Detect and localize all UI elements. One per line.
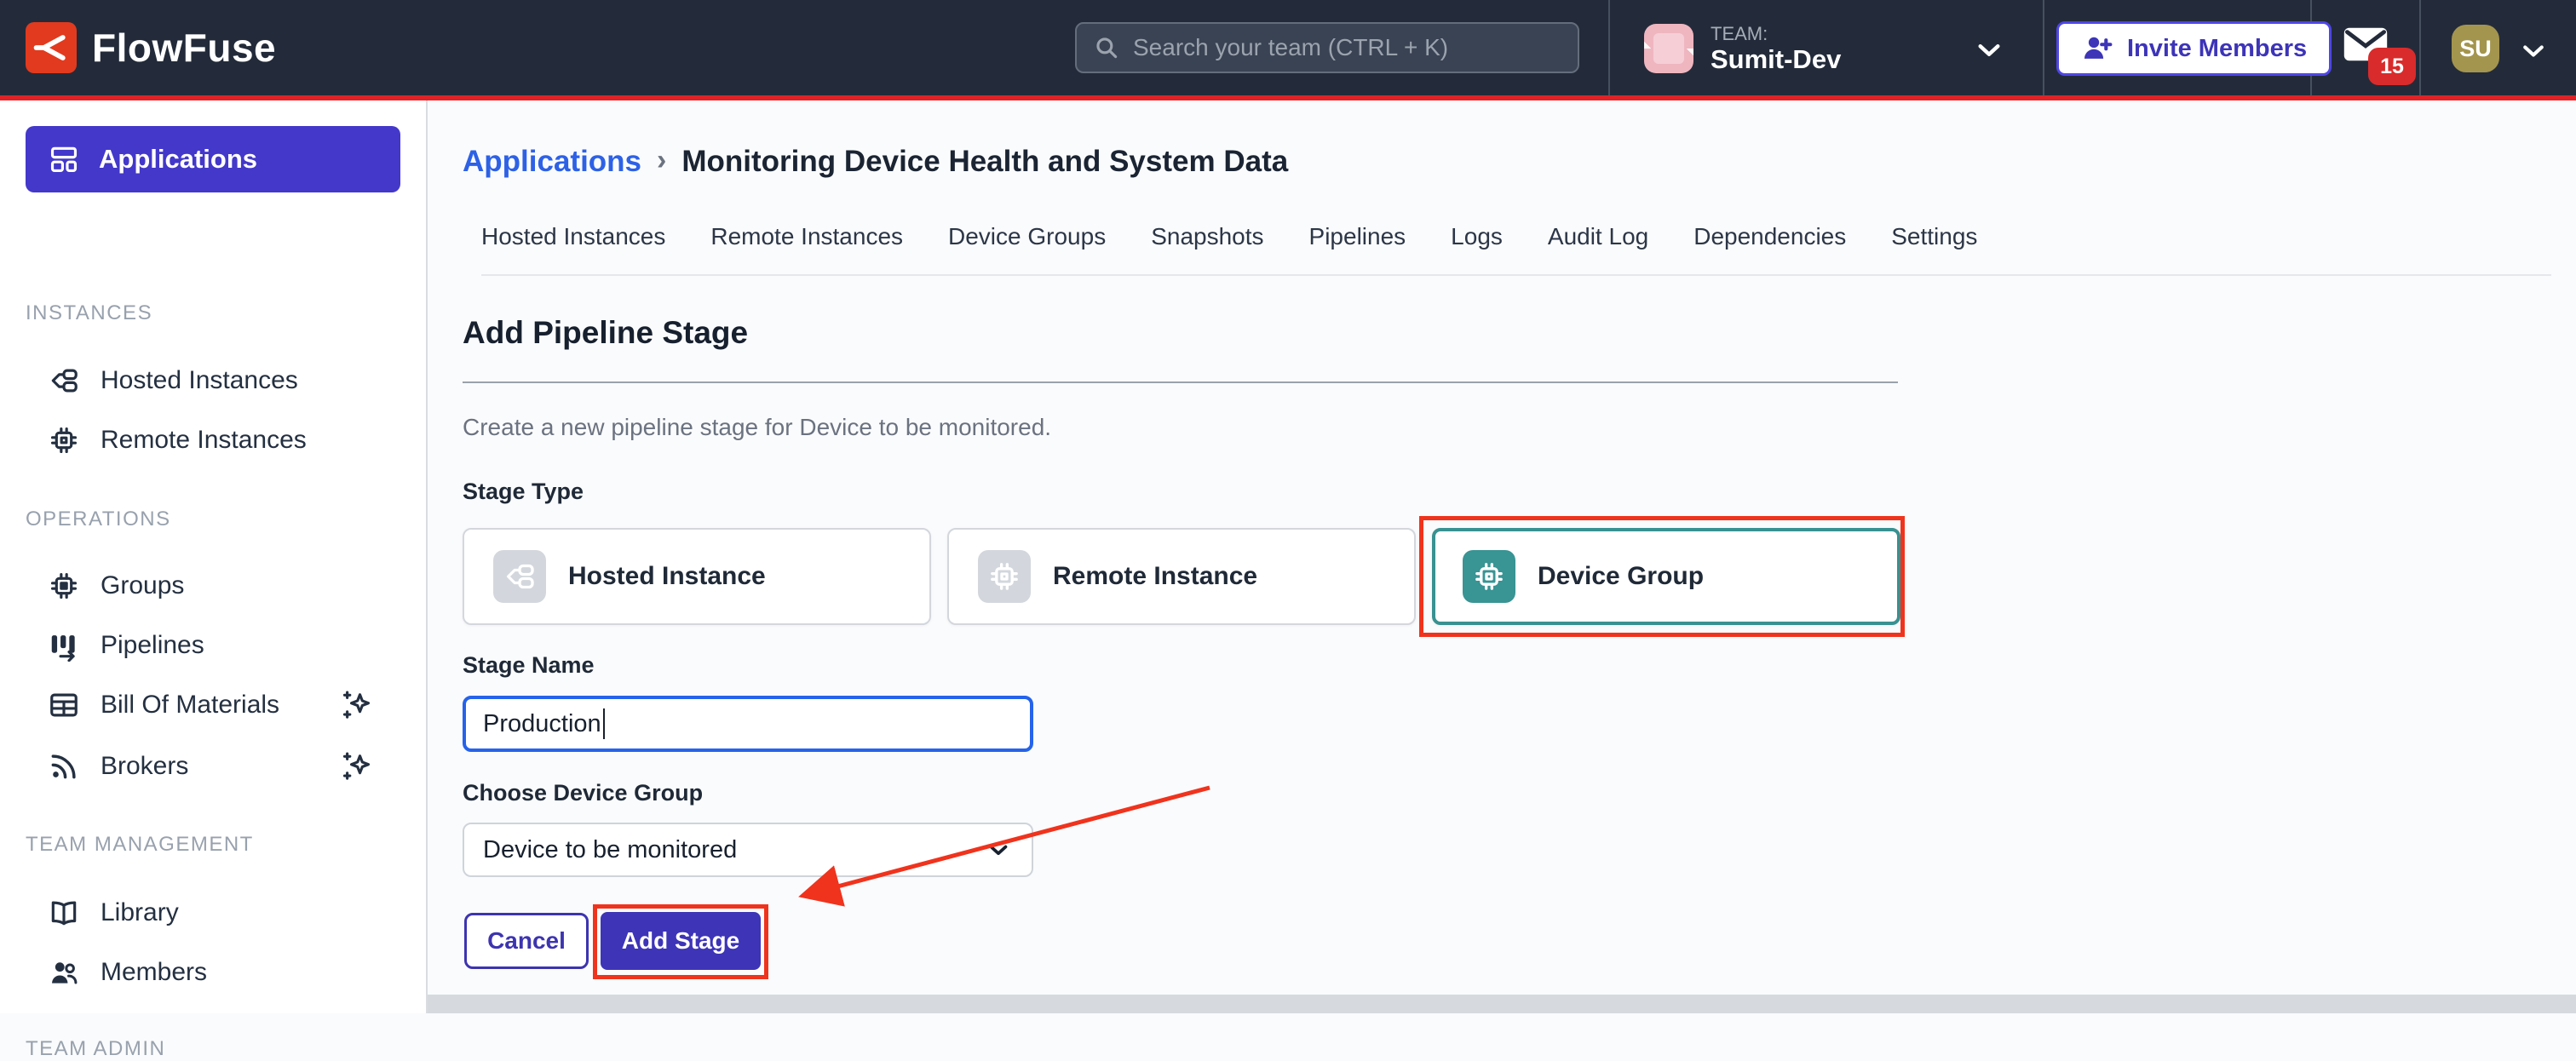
device-group-select[interactable]: Device to be monitored bbox=[463, 823, 1033, 877]
sidebar-section-instances: INSTANCES bbox=[26, 301, 152, 325]
tab-remote-instances[interactable]: Remote Instances bbox=[710, 223, 903, 250]
team-avatar bbox=[1644, 24, 1693, 73]
sparkles-icon bbox=[339, 687, 375, 723]
stage-name-label: Stage Name bbox=[463, 652, 595, 679]
header-divider bbox=[1608, 0, 1610, 95]
sidebar-item-label: Hosted Instances bbox=[101, 366, 298, 395]
sidebar-item-pipelines[interactable]: Pipelines bbox=[0, 617, 426, 674]
sidebar-item-applications[interactable]: Applications bbox=[26, 126, 400, 192]
table-icon bbox=[48, 689, 80, 721]
pipelines-icon bbox=[48, 629, 80, 662]
text-cursor bbox=[603, 708, 605, 739]
header-divider bbox=[2043, 0, 2044, 95]
application-tabs: Hosted Instances Remote Instances Device… bbox=[481, 223, 2551, 276]
chip-icon bbox=[978, 550, 1031, 603]
person-plus-icon bbox=[2081, 32, 2113, 65]
stage-type-remote-instance[interactable]: Remote Instance bbox=[947, 528, 1416, 625]
tab-logs[interactable]: Logs bbox=[1451, 223, 1503, 250]
sidebar-item-label: Applications bbox=[99, 144, 257, 175]
stage-type-label: Stage Type bbox=[463, 479, 584, 505]
applications-icon bbox=[48, 143, 80, 175]
device-group-icon bbox=[48, 570, 80, 602]
user-menu-chevron-down-icon[interactable] bbox=[2518, 36, 2549, 66]
sidebar-item-label: Bill Of Materials bbox=[101, 691, 279, 720]
device-group-icon bbox=[1463, 550, 1515, 603]
team-selector[interactable]: TEAM: Sumit-Dev bbox=[1644, 15, 2027, 82]
stage-type-device-group[interactable]: Device Group bbox=[1432, 528, 1900, 625]
form-description: Create a new pipeline stage for Device t… bbox=[463, 414, 1051, 441]
sidebar-item-label: Pipelines bbox=[101, 631, 204, 660]
breadcrumb: Applications › Monitoring Device Health … bbox=[463, 145, 1288, 179]
notifications-button[interactable]: 15 bbox=[2341, 24, 2414, 83]
hosted-instance-icon bbox=[493, 550, 546, 603]
cancel-button[interactable]: Cancel bbox=[464, 913, 589, 969]
search-input[interactable] bbox=[1133, 34, 1562, 61]
sidebar-item-label: Groups bbox=[101, 571, 184, 600]
sidebar-item-brokers[interactable]: Brokers bbox=[0, 737, 426, 795]
team-chevron-down-icon[interactable] bbox=[1973, 34, 2005, 66]
sidebar-item-members[interactable]: Members bbox=[0, 943, 426, 1001]
stage-type-label: Device Group bbox=[1538, 562, 1704, 591]
breadcrumb-chevron-icon: › bbox=[657, 144, 666, 177]
sidebar-item-hosted-instances[interactable]: Hosted Instances bbox=[0, 352, 426, 410]
search-icon bbox=[1092, 33, 1121, 62]
sidebar-item-label: Members bbox=[101, 958, 207, 987]
sidebar-section-team-management: TEAM MANAGEMENT bbox=[26, 833, 254, 857]
choose-device-group-label: Choose Device Group bbox=[463, 780, 703, 806]
tab-device-groups[interactable]: Device Groups bbox=[948, 223, 1106, 250]
tab-settings[interactable]: Settings bbox=[1891, 223, 1977, 250]
hosted-instance-icon bbox=[48, 364, 80, 397]
sidebar-item-groups[interactable]: Groups bbox=[0, 557, 426, 615]
tab-pipelines[interactable]: Pipelines bbox=[1309, 223, 1406, 250]
sidebar-item-library[interactable]: Library bbox=[0, 884, 426, 942]
sidebar-item-label: Brokers bbox=[101, 752, 188, 781]
brand[interactable]: FlowFuse bbox=[26, 22, 276, 73]
sparkles-icon bbox=[339, 748, 375, 784]
flowfuse-logo-icon bbox=[26, 22, 77, 73]
sidebar-item-remote-instances[interactable]: Remote Instances bbox=[0, 411, 426, 469]
header-divider bbox=[2419, 0, 2421, 95]
stage-type-label: Remote Instance bbox=[1053, 562, 1257, 591]
add-stage-button[interactable]: Add Stage bbox=[601, 912, 761, 970]
sidebar-item-bill-of-materials[interactable]: Bill Of Materials bbox=[0, 676, 426, 734]
stage-type-label: Hosted Instance bbox=[568, 562, 766, 591]
sidebar-item-label: Remote Instances bbox=[101, 426, 307, 455]
book-icon bbox=[48, 897, 80, 929]
form-title: Add Pipeline Stage bbox=[463, 315, 748, 351]
stage-type-options: Hosted Instance Remote Instance bbox=[463, 528, 1900, 625]
rss-icon bbox=[48, 750, 80, 783]
sidebar-section-team-admin: TEAM ADMIN bbox=[26, 1037, 165, 1061]
divider bbox=[463, 381, 1898, 383]
sidebar-item-label: Library bbox=[101, 898, 179, 927]
chevron-down-icon bbox=[984, 835, 1013, 864]
notification-count-badge: 15 bbox=[2368, 48, 2416, 85]
tab-audit-log[interactable]: Audit Log bbox=[1548, 223, 1648, 250]
tab-snapshots[interactable]: Snapshots bbox=[1151, 223, 1263, 250]
device-group-selected-value: Device to be monitored bbox=[483, 836, 737, 864]
team-search[interactable] bbox=[1075, 22, 1579, 73]
sidebar: Applications INSTANCES Hosted Instances bbox=[0, 100, 428, 1013]
bottom-strip bbox=[428, 995, 2576, 1013]
invite-members-button[interactable]: Invite Members bbox=[2056, 21, 2332, 76]
breadcrumb-applications-link[interactable]: Applications bbox=[463, 145, 641, 179]
invite-members-label: Invite Members bbox=[2127, 35, 2307, 63]
user-avatar[interactable]: SU bbox=[2452, 25, 2499, 72]
sidebar-section-operations: OPERATIONS bbox=[26, 508, 171, 531]
stage-name-value: Production bbox=[483, 710, 601, 738]
chip-icon bbox=[48, 424, 80, 456]
top-header: FlowFuse TEAM: Sumit-Dev bbox=[0, 0, 2576, 100]
main-content: Applications › Monitoring Device Health … bbox=[428, 100, 2576, 1013]
team-name: Sumit-Dev bbox=[1711, 44, 1841, 75]
page-title: Monitoring Device Health and System Data bbox=[681, 145, 1288, 179]
stage-type-hosted-instance[interactable]: Hosted Instance bbox=[463, 528, 931, 625]
team-label: TEAM: bbox=[1711, 23, 1841, 44]
tab-hosted-instances[interactable]: Hosted Instances bbox=[481, 223, 665, 250]
users-icon bbox=[48, 956, 80, 989]
tab-dependencies[interactable]: Dependencies bbox=[1693, 223, 1846, 250]
stage-name-input[interactable]: Production bbox=[463, 696, 1033, 752]
flowfuse-app: FlowFuse TEAM: Sumit-Dev bbox=[0, 0, 2576, 1013]
brand-name: FlowFuse bbox=[92, 25, 276, 71]
